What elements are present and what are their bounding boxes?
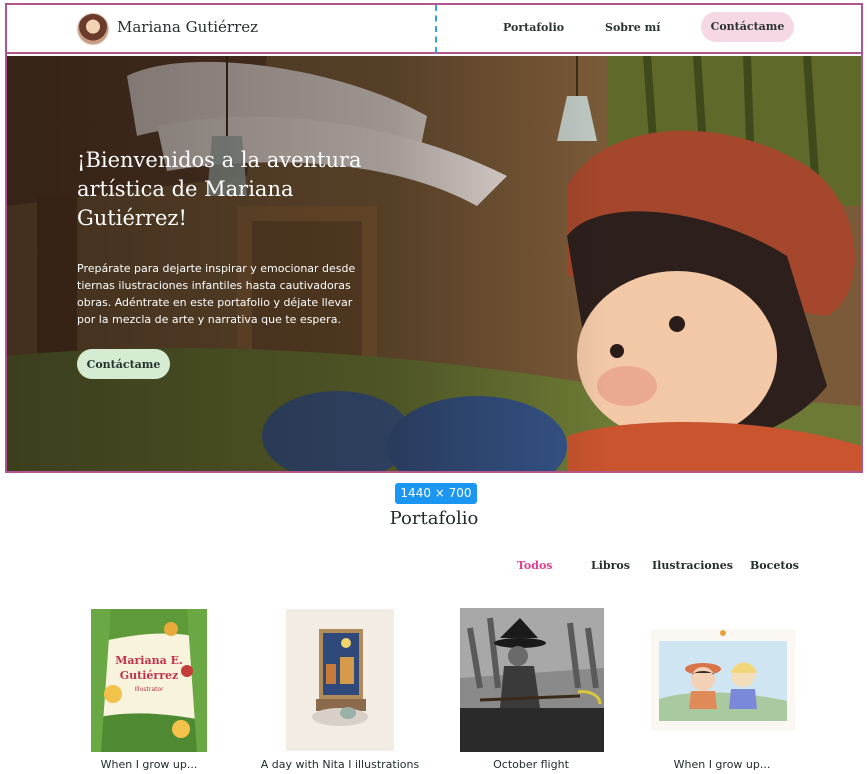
filter-ilustraciones[interactable]: Ilustraciones xyxy=(652,559,733,572)
portfolio-title: Portafolio xyxy=(389,508,479,529)
portfolio-card[interactable]: When I grow up... xyxy=(627,600,817,774)
cover-subtitle: Illustrator xyxy=(134,686,164,693)
portfolio-caption[interactable]: When I grow up... xyxy=(627,758,817,771)
frame-size-badge: 1440 × 700 xyxy=(395,483,477,504)
portfolio-card[interactable]: A day with Nita I illustrations xyxy=(245,600,435,774)
avatar[interactable] xyxy=(77,13,109,45)
nav-contact-button[interactable]: Contáctame xyxy=(701,12,794,42)
portfolio-thumbnail[interactable] xyxy=(651,629,795,731)
brand-name[interactable]: Mariana Gutiérrez xyxy=(117,18,258,36)
cover-title-line2: Gutiérrez xyxy=(120,669,179,682)
navbar: Mariana Gutiérrez Portafolio Sobre mí Co… xyxy=(7,5,861,54)
portfolio-thumbnail[interactable] xyxy=(286,609,394,751)
nav-portfolio-link[interactable]: Portafolio xyxy=(503,21,564,34)
portfolio-thumbnail[interactable]: Mariana E. Gutiérrez Illustrator xyxy=(91,609,207,752)
filter-todos[interactable]: Todos xyxy=(517,559,552,572)
nav-about-link[interactable]: Sobre mí xyxy=(605,21,660,34)
portfolio-caption[interactable]: When I grow up... xyxy=(54,758,244,771)
portfolio-thumbnail[interactable] xyxy=(460,608,604,752)
filter-bocetos[interactable]: Bocetos xyxy=(750,559,799,572)
portfolio-caption[interactable]: A day with Nita I illustrations xyxy=(245,758,435,771)
portfolio-card[interactable]: Mariana E. Gutiérrez Illustrator When I … xyxy=(54,600,244,774)
hero-contact-button[interactable]: Contáctame xyxy=(77,349,170,379)
portfolio-card[interactable]: October flight xyxy=(436,600,626,774)
filter-libros[interactable]: Libros xyxy=(591,559,630,572)
cover-title-line1: Mariana E. xyxy=(115,654,183,667)
hero-section: ¡Bienvenidos a la aventura artística de … xyxy=(7,56,861,471)
portfolio-caption[interactable]: October flight xyxy=(436,758,626,771)
hero-description: Prepárate para dejarte inspirar y emocio… xyxy=(77,262,356,326)
hero-title: ¡Bienvenidos a la aventura artística de … xyxy=(77,148,362,230)
nav-divider xyxy=(435,5,437,53)
